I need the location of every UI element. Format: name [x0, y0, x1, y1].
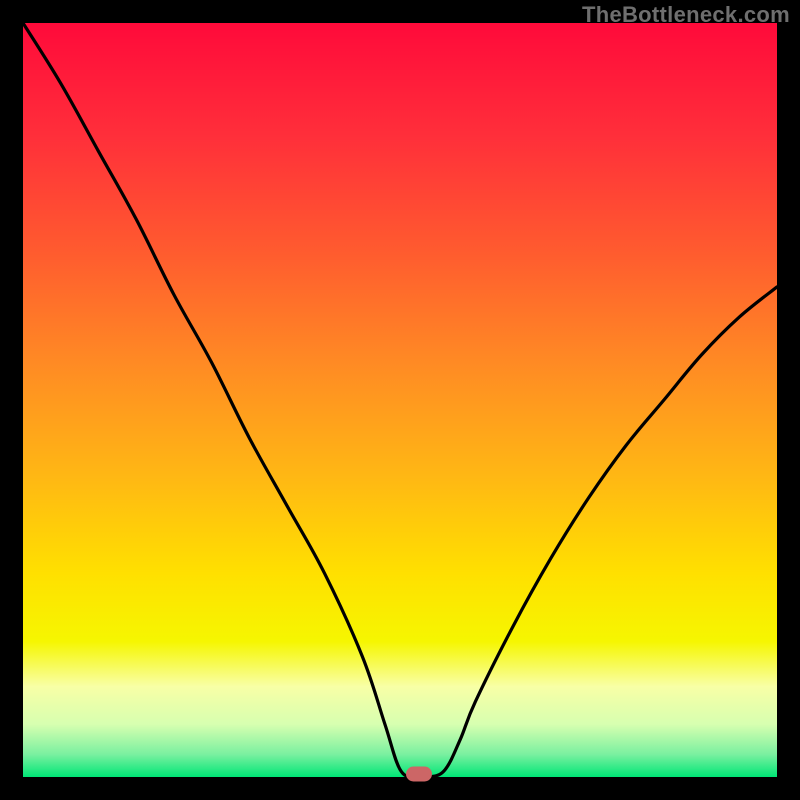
- optimal-point-marker: [406, 767, 432, 782]
- bottleneck-curve-svg: [23, 23, 777, 777]
- bottleneck-curve-path: [23, 23, 777, 777]
- watermark-text: TheBottleneck.com: [582, 2, 790, 28]
- chart-stage: TheBottleneck.com: [0, 0, 800, 800]
- plot-area: [23, 23, 777, 777]
